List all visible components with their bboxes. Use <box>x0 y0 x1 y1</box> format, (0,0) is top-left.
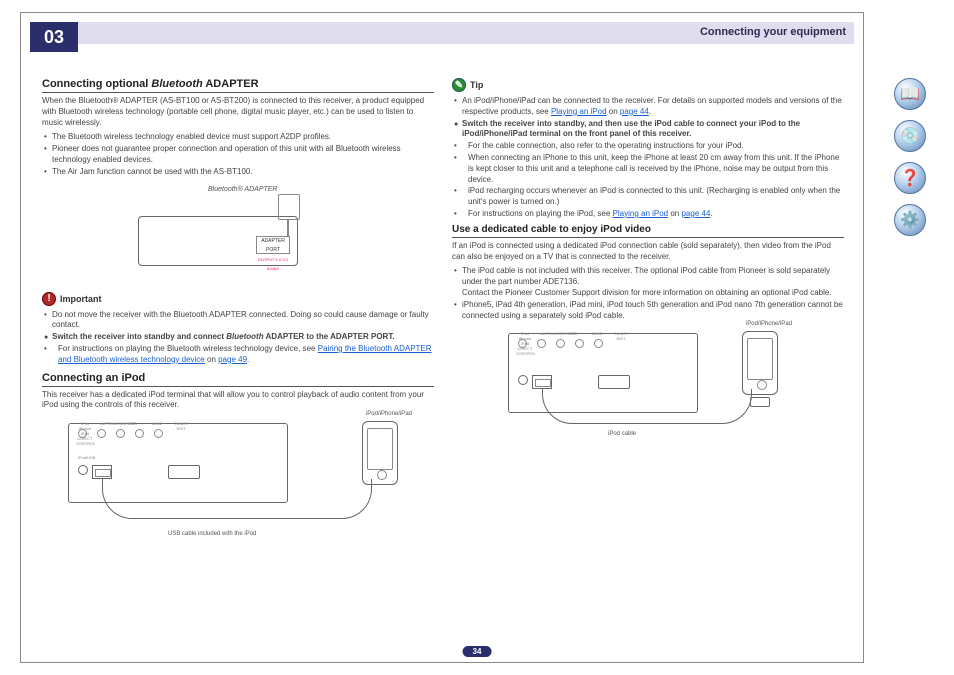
adapter-label: Bluetooth® ADAPTER <box>208 186 277 193</box>
usb-cable <box>102 479 372 519</box>
tip-bullet: An iPod/iPhone/iPad can be connected to … <box>452 96 844 118</box>
adapter-voltage: OUTPUT 5 V 0.1 A MAX <box>257 255 289 273</box>
tip-bullet-link: For instructions on playing the iPod, se… <box>452 209 844 220</box>
adapter-port: ADAPTER PORT OUTPUT 5 V 0.1 A MAX <box>256 236 290 254</box>
important-bold: Switch the receiver into standby and con… <box>42 332 434 343</box>
cable-label: USB cable included with the iPod <box>168 531 256 537</box>
tip-bullet: For the cable connection, also refer to … <box>452 141 844 152</box>
nav-book-icon[interactable]: 📖 <box>894 78 926 110</box>
tip-label: Tip <box>470 80 483 90</box>
link-playing-ipod[interactable]: Playing an iPod <box>551 107 607 116</box>
tip-pre: An iPod/iPhone/iPad can be connected to … <box>462 96 842 116</box>
ipod-device-2 <box>742 331 778 395</box>
left-column: Connecting optional Bluetooth ADAPTER Wh… <box>42 72 434 645</box>
tip-bold: Switch the receiver into standby, and th… <box>452 119 844 141</box>
chapter-title: Connecting your equipment <box>700 26 846 38</box>
dedicated-intro: If an iPod is connected using a dedicate… <box>452 241 844 263</box>
nav-help-icon[interactable]: ❓ <box>894 162 926 194</box>
usb-label: iPod/USB <box>78 455 95 460</box>
link-page44-2[interactable]: page 44 <box>681 209 710 218</box>
important-icon: ! <box>42 292 56 306</box>
tip-bullet: iPod recharging occurs whenever an iPod … <box>452 186 844 208</box>
tip-header: ✎ Tip <box>452 78 844 92</box>
ipod-intro: This receiver has a dedicated iPod termi… <box>42 390 434 412</box>
bt-bullet: The Air Jam function cannot be used with… <box>42 167 434 178</box>
chapter-badge: 03 <box>30 22 78 52</box>
important-bullet: Do not move the receiver with the Blueto… <box>42 310 434 332</box>
imp-link-pre: For instructions on playing the Bluetoot… <box>58 344 318 353</box>
page-number: 34 <box>463 646 492 657</box>
tip-mid: on <box>607 107 620 116</box>
adapter-port-label: ADAPTER PORT <box>257 237 289 255</box>
bluetooth-adapter-diagram: Bluetooth® ADAPTER ADAPTER PORT OUTPUT 5… <box>128 186 348 286</box>
ded-bullet: iPhone5, iPad 4th generation, iPad mini,… <box>452 300 844 322</box>
hdmi-port <box>168 465 200 479</box>
bluetooth-bullets: The Bluetooth wireless technology enable… <box>42 131 434 177</box>
ded-b1b: Contact the Pioneer Customer Support div… <box>462 288 832 297</box>
ded-b1: The iPod cable is not included with this… <box>462 266 830 286</box>
port-dots <box>78 429 163 438</box>
dock-connector <box>750 397 770 407</box>
heading-ipod: Connecting an iPod <box>42 372 434 387</box>
bt-bullet: Pioneer does not guarantee proper connec… <box>42 144 434 166</box>
tip3-pre: For instructions on playing the iPod, se… <box>468 209 613 218</box>
side-nav-icons: 📖 💿 ❓ ⚙️ <box>886 78 934 236</box>
tip-bullet: When connecting an iPhone to this unit, … <box>452 153 844 185</box>
important-label: Important <box>60 294 102 304</box>
ipod-cable-diagram: iPod iPhone iPad DIRECT CONTROLAUTO/ALC/… <box>498 327 798 447</box>
usb-port <box>92 465 112 479</box>
ipod-cable-path <box>542 389 752 424</box>
nav-equipment-icon[interactable]: 💿 <box>894 120 926 152</box>
phone-label: iPod/iPhone/iPad <box>366 411 412 417</box>
ipod-cable-label: iPod cable <box>608 431 636 437</box>
nav-settings-icon[interactable]: ⚙️ <box>894 204 926 236</box>
link-page44[interactable]: page 44 <box>620 107 649 116</box>
heading-bluetooth: Connecting optional Bluetooth ADAPTER <box>42 78 434 93</box>
ded-bullet: The iPod cable is not included with this… <box>452 266 844 298</box>
important-bullet-link: For instructions on playing the Bluetoot… <box>42 344 434 366</box>
ipod-device <box>362 421 398 485</box>
imp-link-mid: on <box>205 355 218 364</box>
tip3-mid: on <box>668 209 681 218</box>
hdmi-port-2 <box>598 375 630 389</box>
ipod-usb-diagram: iPod iPhone iPad DIRECT CONTROLAUTO/ALC/… <box>58 417 418 537</box>
link-playing-ipod-2[interactable]: Playing an iPod <box>613 209 669 218</box>
port-dots-2 <box>518 339 603 348</box>
link-page49[interactable]: page 49 <box>218 355 247 364</box>
bluetooth-intro: When the Bluetooth® ADAPTER (AS-BT100 or… <box>42 96 434 128</box>
usb-port-2 <box>532 375 552 389</box>
adapter-module <box>278 194 300 220</box>
heading-dedicated-cable: Use a dedicated cable to enjoy iPod vide… <box>452 224 844 238</box>
phone-label-2: iPod/iPhone/iPad <box>746 321 792 327</box>
tip-icon: ✎ <box>452 78 466 92</box>
bt-bullet: The Bluetooth wireless technology enable… <box>42 132 434 143</box>
right-column: ✎ Tip An iPod/iPhone/iPad can be connect… <box>452 72 844 645</box>
important-header: ! Important <box>42 292 434 306</box>
